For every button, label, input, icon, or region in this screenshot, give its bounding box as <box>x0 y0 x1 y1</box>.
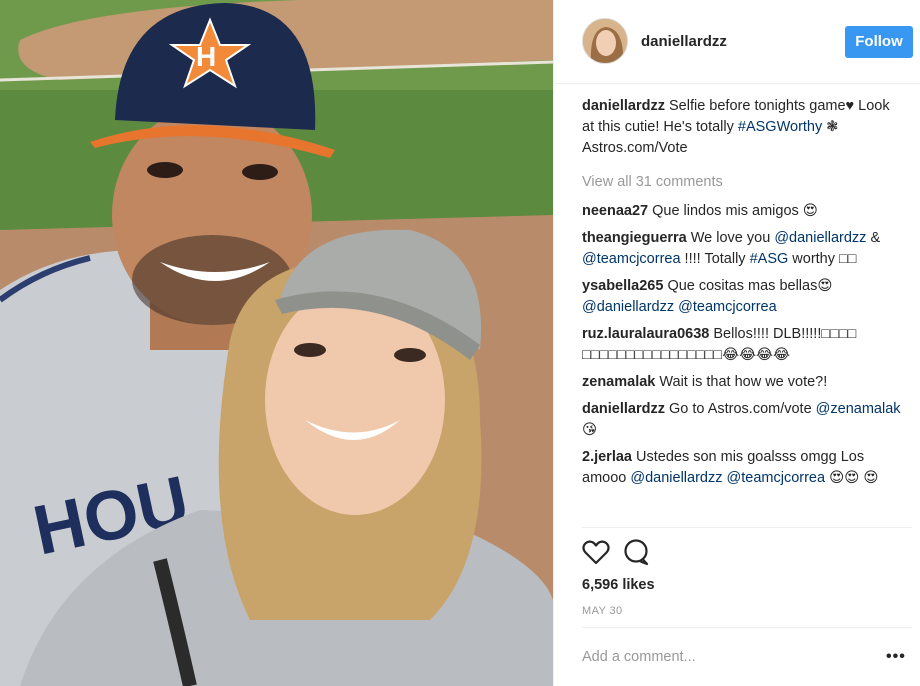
divider <box>582 527 912 528</box>
caption-hashtag-link[interactable]: #ASGWorthy <box>738 119 822 135</box>
likes-count[interactable]: 6,596 likes <box>582 577 655 593</box>
comment-username-link[interactable]: 2.jerlaa <box>582 449 632 465</box>
post-actions <box>581 537 657 567</box>
comment-text: Que cositas mas bellas😍 <box>667 278 833 294</box>
mention-link[interactable]: @daniellardzz <box>582 299 674 315</box>
comment-item: neenaa27 Que lindos mis amigos 😍 <box>582 201 902 222</box>
comment-text: worthy □□ <box>788 251 857 267</box>
comment-username-link[interactable]: zenamalak <box>582 374 655 390</box>
heart-icon[interactable] <box>581 537 611 567</box>
caption-username-link[interactable]: daniellardzz <box>582 98 665 114</box>
post-details-panel: daniellardzz Follow daniellardzz Selfie b… <box>553 0 920 686</box>
hashtag-link[interactable]: #ASG <box>750 251 789 267</box>
comment-text: 😘 <box>582 422 598 438</box>
comment-item: ruz.lauralaura0638 Bellos!!!! DLB!!!!!□□□… <box>582 324 902 366</box>
comment-item: theangieguerra We love you @daniellardzz … <box>582 228 902 270</box>
instagram-post-modal: HOU H daniellardzz Follow daniellardzz S… <box>0 0 920 686</box>
add-comment-input[interactable]: Add a comment... <box>582 649 696 665</box>
avatar-image <box>583 19 627 63</box>
comment-item: zenamalak Wait is that how we vote?! <box>582 372 902 393</box>
comment-item: ysabella265 Que cositas mas bellas😍 @dani… <box>582 276 902 318</box>
divider <box>582 627 912 628</box>
comments-list[interactable]: daniellardzz Selfie before tonights game♥… <box>582 96 902 526</box>
mention-link[interactable]: @teamcjcorrea <box>582 251 681 267</box>
more-options-icon[interactable]: ••• <box>886 648 906 666</box>
mention-link[interactable]: @zenamalak <box>816 401 901 417</box>
comment-text: Wait is that how we vote?! <box>659 374 828 390</box>
post-date[interactable]: MAY 30 <box>582 605 623 617</box>
comment-text: 😍😍 😍 <box>825 470 879 486</box>
comment-username-link[interactable]: daniellardzz <box>582 401 665 417</box>
avatar[interactable] <box>582 18 628 64</box>
comment-username-link[interactable]: theangieguerra <box>582 230 687 246</box>
selfie-image: HOU H <box>0 0 553 686</box>
mention-link[interactable]: @daniellardzz <box>774 230 866 246</box>
mention-link[interactable]: @teamcjcorrea <box>727 470 826 486</box>
caption: daniellardzz Selfie before tonights game♥… <box>582 96 902 159</box>
comment-item: 2.jerlaa Ustedes son mis goalsss omgg Los… <box>582 447 902 489</box>
comment-text: Go to Astros.com/vote <box>669 401 816 417</box>
comment-username-link[interactable]: ysabella265 <box>582 278 663 294</box>
comment-item: daniellardzz Go to Astros.com/vote @zenam… <box>582 399 902 441</box>
comment-text: We love you <box>690 230 775 246</box>
comment-username-link[interactable]: neenaa27 <box>582 203 648 219</box>
comment-text: Que lindos mis amigos 😍 <box>652 203 818 219</box>
post-header: daniellardzz Follow <box>554 0 920 84</box>
comment-text: !!!! Totally <box>680 251 750 267</box>
post-photo[interactable]: HOU H <box>0 0 553 686</box>
comment-username-link[interactable]: ruz.lauralaura0638 <box>582 326 709 342</box>
comment-text: & <box>866 230 881 246</box>
view-all-comments-link[interactable]: View all 31 comments <box>582 171 902 193</box>
header-username-link[interactable]: daniellardzz <box>641 33 727 50</box>
mention-link[interactable]: @daniellardzz <box>630 470 722 486</box>
mention-link[interactable]: @teamcjcorrea <box>678 299 777 315</box>
follow-button[interactable]: Follow <box>845 26 913 58</box>
comment-icon[interactable] <box>621 537 651 567</box>
svg-text:H: H <box>196 41 216 72</box>
